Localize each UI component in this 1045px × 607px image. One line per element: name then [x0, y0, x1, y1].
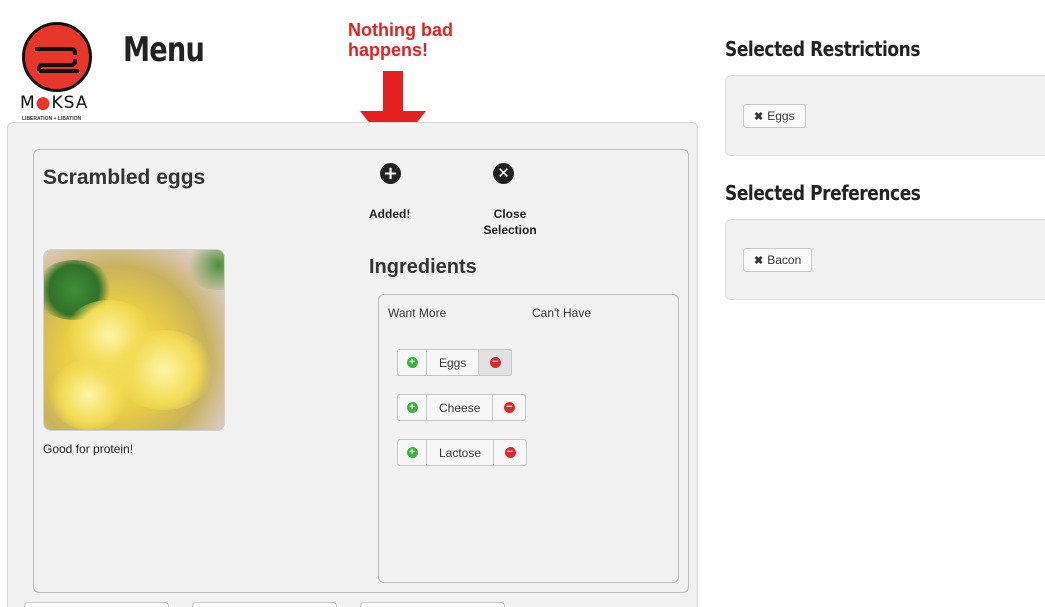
preferences-heading: Selected Preferences — [725, 181, 921, 205]
restriction-tag[interactable]: ✖ Eggs — [743, 104, 806, 128]
logo-mark — [22, 22, 92, 92]
plus-icon: + — [406, 402, 418, 413]
want-more-header: Want More — [388, 306, 447, 320]
ingredient-name: Cheese — [427, 394, 494, 421]
remove-icon[interactable]: ✖ — [754, 254, 763, 267]
plus-circle-icon[interactable]: + — [380, 163, 401, 184]
cant-have-header: Can't Have — [532, 306, 591, 320]
bottom-tab[interactable] — [24, 602, 169, 607]
remove-icon[interactable]: ✖ — [754, 110, 763, 123]
dish-title: Scrambled eggs — [43, 166, 206, 189]
ingredients-heading: Ingredients — [369, 256, 477, 278]
ingredient-row: + Cheese − — [397, 394, 527, 421]
want-more-button[interactable]: + — [397, 439, 427, 466]
minus-icon: − — [489, 357, 501, 368]
want-more-button[interactable]: + — [397, 394, 427, 421]
ingredient-row: + Lactose − — [397, 439, 528, 466]
plus-icon: + — [406, 447, 418, 458]
preference-tag[interactable]: ✖ Bacon — [743, 248, 813, 272]
app-root: M●KSA LIBERATION + LIBATION Menu Nothing… — [0, 0, 1045, 607]
ingredient-name: Lactose — [427, 439, 495, 466]
want-more-button[interactable]: + — [397, 349, 427, 376]
annotation-text: Nothing bad happens! — [348, 20, 453, 60]
cant-have-button[interactable]: − — [494, 439, 528, 466]
dish-description: Good for protein! — [43, 442, 134, 456]
plus-icon: + — [406, 357, 418, 368]
restrictions-heading: Selected Restrictions — [725, 37, 921, 61]
bottom-tab[interactable] — [192, 602, 337, 607]
close-selection-label[interactable]: Close Selection — [470, 206, 550, 238]
preference-tag-label: Bacon — [767, 253, 802, 267]
dish-photo — [43, 249, 225, 431]
moksa-logo[interactable]: M●KSA LIBERATION + LIBATION — [20, 22, 120, 122]
restriction-tag-label: Eggs — [767, 109, 795, 123]
logo-wordmark: M●KSA — [20, 93, 89, 113]
bottom-tab[interactable] — [360, 602, 505, 607]
minus-icon: − — [504, 447, 516, 458]
cant-have-button[interactable]: − — [479, 349, 513, 376]
minus-icon: − — [503, 402, 515, 413]
ingredient-row: + Eggs − — [397, 349, 513, 376]
ingredient-name: Eggs — [427, 349, 480, 376]
added-label: Added! — [369, 207, 411, 221]
cant-have-button[interactable]: − — [493, 394, 527, 421]
x-circle-icon[interactable]: ✕ — [493, 163, 514, 184]
page-title: Menu — [123, 30, 205, 70]
